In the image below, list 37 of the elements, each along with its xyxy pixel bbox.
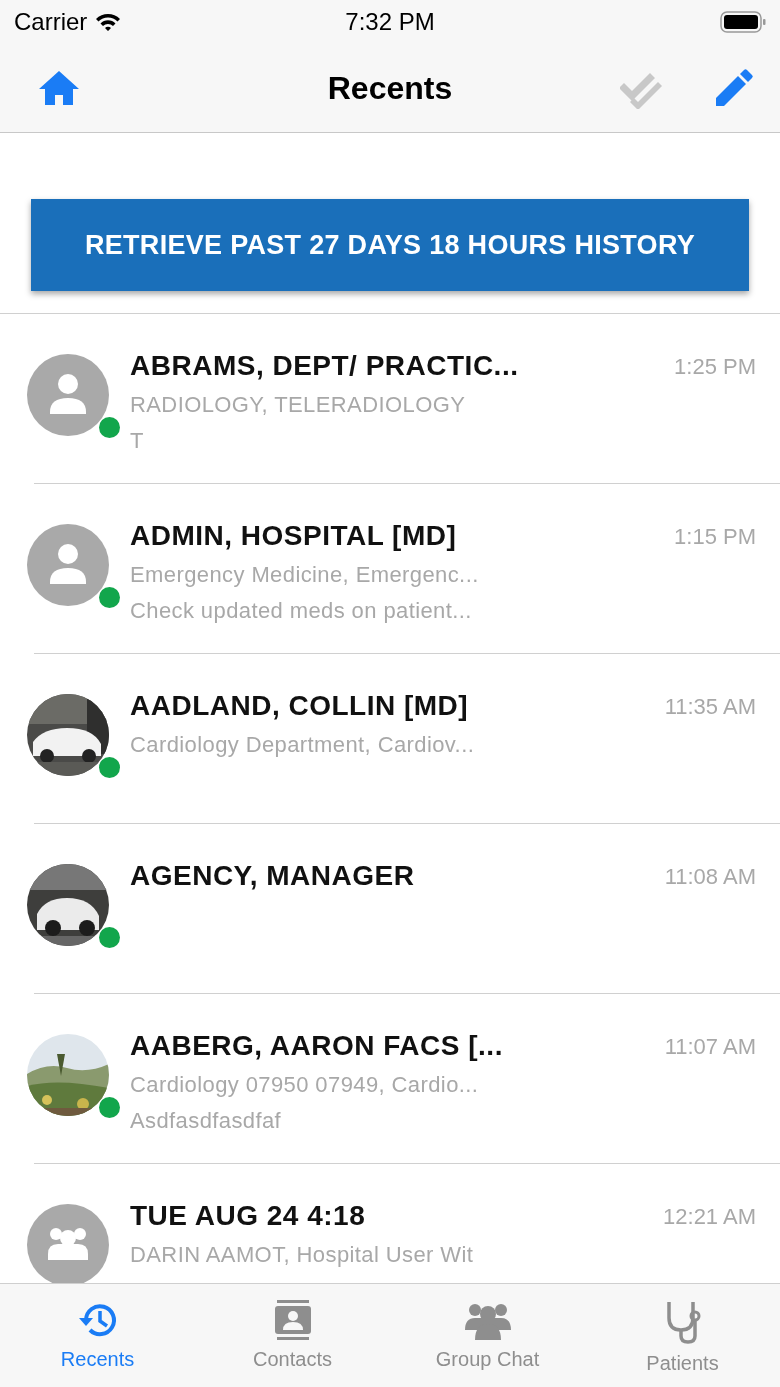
home-icon[interactable] [38,69,80,107]
screen-title: Recents [327,69,453,107]
contact-name: AABERG, AARON FACS [... [130,1030,504,1062]
message-preview: Check updated meds on patient... [130,598,473,624]
message-time: 1:25 PM [674,353,757,381]
department-text: DARIN AAMOT, Hospital User Wit [130,1242,475,1268]
department-text: Cardiology Department, Cardiov... [130,732,476,758]
department-text: RADIOLOGY, TELERADIOLOGY [130,392,467,418]
department-text: Cardiology 07950 07949, Cardio... [130,1072,480,1098]
conversation-row[interactable]: AADLAND, COLLIN [MD] Cardiology Department, Cardiov... 11:35 AM [27,654,780,823]
message-time: 1:15 PM [674,523,757,551]
retrieve-history-button[interactable]: RETRIEVE PAST 27 DAYS 18 HOURS HISTORY [31,199,749,291]
contact-name: ADMIN, HOSPITAL [MD] [130,520,458,552]
carrier-label: Carrier [14,8,88,36]
contact-name: AADLAND, COLLIN [MD] [130,690,470,722]
battery-icon [720,11,766,33]
conversation-row[interactable]: TUE AUG 24 4:18 DARIN AAMOT, Hospital User Wit 12:21 AM [27,1164,780,1283]
department-text: Emergency Medicine, Emergenc... [130,562,480,588]
wifi-icon [95,12,122,32]
message-preview: T [130,428,145,454]
contact-name: TUE AUG 24 4:18 [130,1200,367,1232]
status-time: 7:32 PM [345,8,435,36]
message-time: 11:35 AM [664,693,757,721]
conversation-row[interactable]: AGENCY, MANAGER 11:08 AM [27,824,780,993]
tab-item[interactable]: Recents [0,1284,195,1387]
person-avatar-icon [27,524,109,606]
message-time: 11:07 AM [664,1033,757,1061]
contact-name: AGENCY, MANAGER [130,860,416,892]
person-avatar-icon [27,354,109,436]
message-preview: Asdfasdfasdfaf [130,1108,283,1134]
conversation-row[interactable]: ADMIN, HOSPITAL [MD] Emergency Medicine, Emergenc... Check updated meds on patient... 1:15 PM [27,484,780,653]
conversation-row[interactable]: ABRAMS, DEPT/ PRACTIC... RADIOLOGY, TELERADIOLOGY T 1:25 PM [27,314,780,483]
contact-name: ABRAMS, DEPT/ PRACTIC... [130,350,520,382]
message-time: 11:08 AM [664,863,757,891]
pencil-icon[interactable] [714,68,754,108]
conversation-row[interactable]: AABERG, AARON FACS [... Cardiology 07950 07949, Cardio... Asdfasdfasdfaf 11:07 AM [27,994,780,1163]
message-time: 12:21 AM [663,1203,757,1231]
